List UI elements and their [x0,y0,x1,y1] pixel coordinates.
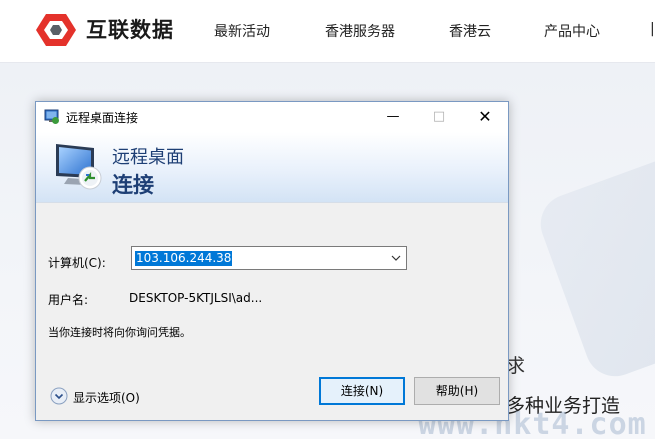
username-value: DESKTOP-5KTJLSI\ad... [129,291,263,305]
rdp-small-icon [44,109,59,124]
nav-hk-cloud[interactable]: 香港云 [449,21,491,41]
close-button[interactable]: ✕ [462,102,508,132]
computer-input-value[interactable]: 103.106.244.38 [135,251,233,266]
logo-icon[interactable] [36,12,76,48]
close-icon: ✕ [478,107,492,126]
show-options-link[interactable]: 显示选项(O) [73,389,140,406]
title-bar[interactable]: 远程桌面连接 — □ ✕ [36,102,508,132]
nav-more-clipped[interactable]: | [650,21,654,37]
minimize-button[interactable]: — [370,102,416,132]
banner-title-line2: 连接 [112,173,154,197]
site-header: 互联数据 最新活动 香港服务器 香港云 产品中心 | [0,0,655,63]
brand-name[interactable]: 互联数据 [86,14,174,44]
credentials-hint: 当你连接时将向你询问凭据。 [48,326,191,339]
banner-title-line1: 远程桌面 [112,147,184,168]
nav-latest-activities[interactable]: 最新活动 [214,21,270,41]
rdp-monitor-icon [56,144,102,190]
dialog-banner: 远程桌面 连接 [36,132,508,203]
maximize-button[interactable]: □ [416,102,462,132]
window-title: 远程桌面连接 [66,111,139,125]
hero-decoration [532,151,655,385]
computer-label: 计算机(C): [48,256,106,270]
nav-hk-servers[interactable]: 香港服务器 [325,21,395,41]
maximize-icon: □ [432,109,446,124]
connect-button[interactable]: 连接(N) [319,377,405,405]
remote-desktop-dialog: 远程桌面连接 — □ ✕ 远程桌面 连接 计算机(C): 103.106.244… [35,101,509,421]
computer-combobox[interactable]: 103.106.244.38 [131,246,407,270]
username-label: 用户名: [48,293,89,307]
help-button[interactable]: 帮助(H) [414,377,500,405]
chevron-down-icon[interactable] [390,252,402,264]
expand-options-icon[interactable] [50,387,68,405]
minimize-icon: — [386,109,400,124]
nav-product-center[interactable]: 产品中心 [544,21,600,41]
